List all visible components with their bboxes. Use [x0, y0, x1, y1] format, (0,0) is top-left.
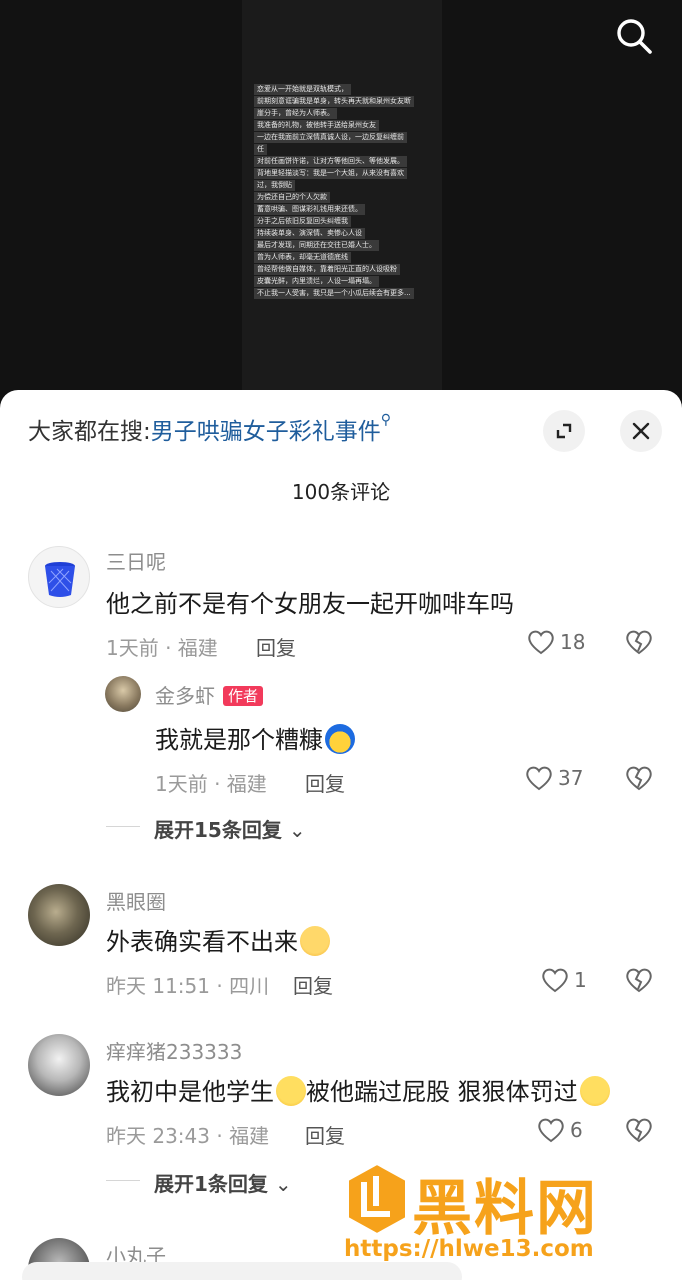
reply-button[interactable]: 回复 [305, 1120, 345, 1149]
like-button[interactable]: 1 [540, 966, 587, 994]
video-overlay-line: 背地里轻描淡写：我是一个大姐，从来没有喜欢 [254, 168, 407, 179]
reply-button[interactable]: 回复 [293, 970, 333, 999]
video-overlay-line: 对前任画饼许诺，让对方等他回头、等他发展。 [254, 156, 407, 167]
comment-text-part: 被他踹过屁股 狠狠体罚过 [306, 1078, 578, 1106]
reply-text[interactable]: 我就是那个糟糠 [155, 720, 355, 755]
video-overlay-line: 我准备的礼物，被他转手送给泉州女友 [254, 120, 379, 131]
comment-item: 痒痒猪233333 我初中是他学生 被他踹过屁股 狠狠体罚过 昨天 23:43 ·… [0, 1034, 682, 1164]
comment-meta: 昨天 11:51 · 四川 [106, 974, 270, 998]
heart-icon [542, 968, 568, 993]
divider [106, 1180, 140, 1181]
grinning-sweat-emoji-icon [579, 1076, 610, 1106]
video-overlay-line: 皮囊光鲜，内里溃烂，人设一塌再塌。 [254, 276, 379, 287]
reply-button[interactable]: 回复 [256, 632, 296, 661]
video-overlay-line: 一边在我面前立深情真诚人设，一边反复纠缠前 [254, 132, 407, 143]
watermark-url: https://hlwe13.com [344, 1236, 594, 1262]
watermark-logo-icon [347, 1162, 407, 1236]
hot-search-link[interactable]: 男子哄骗女子彩礼事件 [151, 419, 381, 445]
comment-meta: 1天前 · 福建 [106, 636, 218, 660]
dislike-button[interactable] [624, 966, 654, 998]
video-overlay-line: 分手之后依旧反复回头纠缠我 [254, 216, 351, 227]
comment-meta: 昨天 23:43 · 福建 [106, 1124, 270, 1148]
chevron-down-icon: ⌄ [288, 818, 306, 842]
expand-replies-label: 展开15条回复 [154, 818, 282, 842]
comment-username[interactable]: 黑眼圈 [106, 886, 166, 915]
like-count: 18 [560, 630, 586, 654]
video-overlay-line: 蓄意哄骗、图谋彩礼钱用来还债。 [254, 204, 365, 215]
avatar[interactable] [28, 884, 90, 946]
smiling-emoji-icon [276, 1076, 306, 1106]
reply-item: 金多虾 作者 我就是那个糟糠 1天前 · 福建 回复 37 [0, 674, 682, 797]
comment-text-content: 外表确实看不出来 [106, 928, 298, 956]
search-icon[interactable] [614, 16, 654, 56]
expand-icon [556, 423, 572, 439]
expand-replies-button[interactable]: 展开1条回复 ⌄ [154, 1168, 292, 1197]
comment-sheet: 大家都在搜:男子哄骗女子彩礼事件⚲ 100条评论 三日呢 他之前不是有个女朋友一… [0, 390, 682, 1280]
video-overlay-text: 恋爱从一开始就是双轨模式， 前期刻意诓骗我是单身，转头再天就和泉州女友断 崖分手，曾… [254, 84, 428, 300]
comment-text[interactable]: 我初中是他学生 被他踹过屁股 狠狠体罚过 [106, 1072, 610, 1107]
broken-heart-icon [626, 968, 652, 993]
close-button[interactable] [620, 410, 662, 452]
small-search-icon: ⚲ [380, 412, 392, 428]
avatar[interactable] [28, 1034, 90, 1096]
comment-item: 三日呢 他之前不是有个女朋友一起开咖啡车吗 1天前 · 福建 回复 18 [0, 542, 682, 662]
watermark-title: 黑料网 [412, 1174, 598, 1244]
hot-search-banner[interactable]: 大家都在搜:男子哄骗女子彩礼事件⚲ [28, 412, 391, 446]
video-overlay-line: 不止我一人受害，我只是一个小瓜后续会有更多... [254, 288, 414, 299]
comment-text[interactable]: 外表确实看不出来 [106, 922, 330, 957]
video-overlay-line: 过，我倒贴 [254, 180, 295, 191]
like-count: 37 [558, 766, 584, 790]
expand-replies-label: 展开1条回复 [154, 1172, 268, 1196]
video-overlay-line: 持续装单身、演深情、卖惨心人设 [254, 228, 365, 239]
hot-search-prefix: 大家都在搜: [28, 419, 151, 445]
sleepy-emoji-icon [300, 926, 330, 956]
like-button[interactable]: 6 [536, 1116, 583, 1144]
like-count: 6 [570, 1118, 583, 1142]
avatar[interactable] [28, 546, 90, 608]
heart-icon [528, 630, 554, 655]
reply-username[interactable]: 金多虾 作者 [155, 680, 264, 709]
expand-button[interactable] [543, 410, 585, 452]
dislike-button[interactable] [624, 1116, 654, 1148]
video-overlay-line: 为偿还自己的个人欠款 [254, 192, 330, 203]
like-button[interactable]: 37 [524, 764, 583, 792]
video-overlay-line: 恋爱从一开始就是双轨模式， [254, 84, 351, 95]
trash-can-avatar-icon [45, 562, 75, 597]
video-overlay-line: 崖分手，曾经为人师表。 [254, 108, 337, 119]
expand-replies-button[interactable]: 展开15条回复 ⌄ [154, 814, 306, 843]
video-overlay-line: 曾经帮他做自媒体，靠着阳光正直的人设吸粉 [254, 264, 400, 275]
broken-heart-icon [626, 1118, 652, 1143]
reply-username-text: 金多虾 [155, 684, 215, 708]
embarrassed-emoji-icon [325, 724, 355, 754]
reply-meta: 1天前 · 福建 [155, 772, 267, 796]
chevron-down-icon: ⌄ [274, 1172, 292, 1196]
heart-icon [538, 1118, 564, 1143]
like-button[interactable]: 18 [526, 628, 585, 656]
broken-heart-icon [626, 630, 652, 655]
comment-input[interactable] [22, 1262, 462, 1280]
video-overlay-line: 任 [254, 144, 267, 155]
author-badge: 作者 [223, 686, 264, 706]
dislike-button[interactable] [624, 764, 654, 796]
heart-icon [526, 766, 552, 791]
dislike-button[interactable] [624, 628, 654, 660]
comment-username[interactable]: 痒痒猪233333 [106, 1036, 242, 1065]
video-overlay-line: 曾为人师表，却毫无道德底线 [254, 252, 351, 263]
close-icon [632, 422, 650, 440]
like-count: 1 [574, 968, 587, 992]
comment-count: 100条评论 [291, 480, 391, 504]
comment-text[interactable]: 他之前不是有个女朋友一起开咖啡车吗 [106, 584, 514, 619]
comment-text-part: 我初中是他学生 [106, 1078, 274, 1106]
video-area[interactable]: 恋爱从一开始就是双轨模式， 前期刻意诓骗我是单身，转头再天就和泉州女友断 崖分手，曾… [0, 0, 682, 400]
comment-username[interactable]: 三日呢 [106, 546, 166, 575]
video-overlay-line: 前期刻意诓骗我是单身，转头再天就和泉州女友断 [254, 96, 414, 107]
reply-text-content: 我就是那个糟糠 [155, 726, 323, 754]
comment-item: 黑眼圈 外表确实看不出来 昨天 11:51 · 四川 回复 1 [0, 884, 682, 1004]
reply-button[interactable]: 回复 [305, 768, 345, 797]
broken-heart-icon [626, 766, 652, 791]
divider [106, 826, 140, 827]
video-overlay-line: 最后才发现，同期还在交往已婚人士。 [254, 240, 379, 251]
avatar[interactable] [105, 676, 141, 712]
